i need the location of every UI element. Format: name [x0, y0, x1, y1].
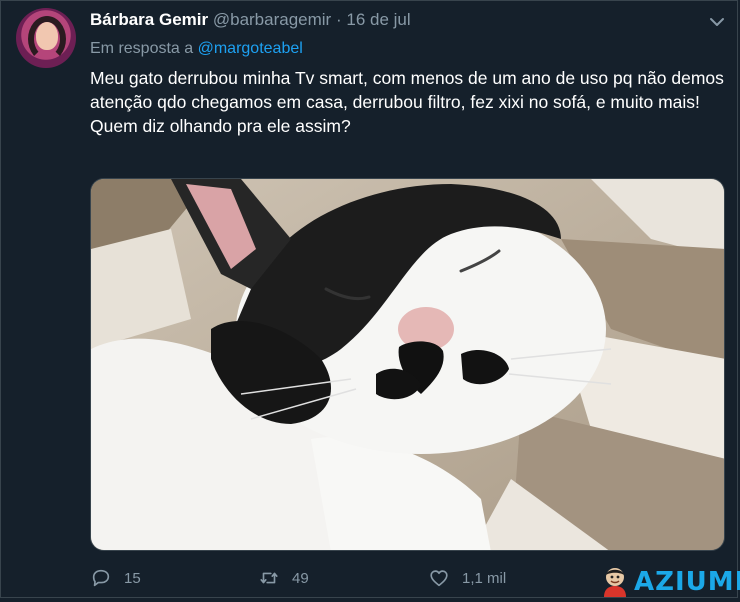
- reply-prefix: Em resposta a: [90, 40, 194, 57]
- mascot-icon: [604, 568, 626, 597]
- tweet-date[interactable]: 16 de jul: [346, 10, 410, 29]
- cat-photo-illustration: [91, 179, 724, 550]
- avatar-face: [36, 22, 58, 50]
- like-button[interactable]: 1,1 mil: [428, 566, 506, 590]
- reply-context: Em resposta a @margoteabel: [90, 40, 303, 58]
- separator-dot: ·: [335, 10, 342, 29]
- tweet-header: Bárbara Gemir @barbaragemir · 16 de jul: [90, 10, 411, 30]
- tweet-text-line: Quem diz olhando pra ele assim?: [90, 116, 351, 136]
- reply-count: 15: [124, 569, 141, 587]
- like-count: 1,1 mil: [462, 569, 507, 587]
- avatar[interactable]: [16, 8, 76, 68]
- retweet-button[interactable]: 49: [258, 566, 309, 590]
- retweet-count: 49: [292, 569, 309, 587]
- watermark-text: AZIUME: [634, 567, 740, 597]
- chevron-down-icon[interactable]: [706, 12, 728, 32]
- author-name[interactable]: Bárbara Gemir: [90, 10, 208, 29]
- author-handle[interactable]: @barbaragemir: [213, 10, 331, 29]
- watermark-logo: AZIUME: [598, 565, 740, 597]
- reply-icon: [92, 569, 110, 587]
- tweet-text-line: Meu gato derrubou minha Tv smart, com me…: [90, 68, 724, 112]
- reply-button[interactable]: 15: [90, 566, 141, 590]
- tweet-text: Meu gato derrubou minha Tv smart, com me…: [90, 66, 730, 138]
- like-icon: [430, 570, 448, 587]
- reply-mention-link[interactable]: @margoteabel: [198, 40, 303, 57]
- retweet-icon: [260, 572, 278, 584]
- tweet-photo[interactable]: [90, 178, 725, 551]
